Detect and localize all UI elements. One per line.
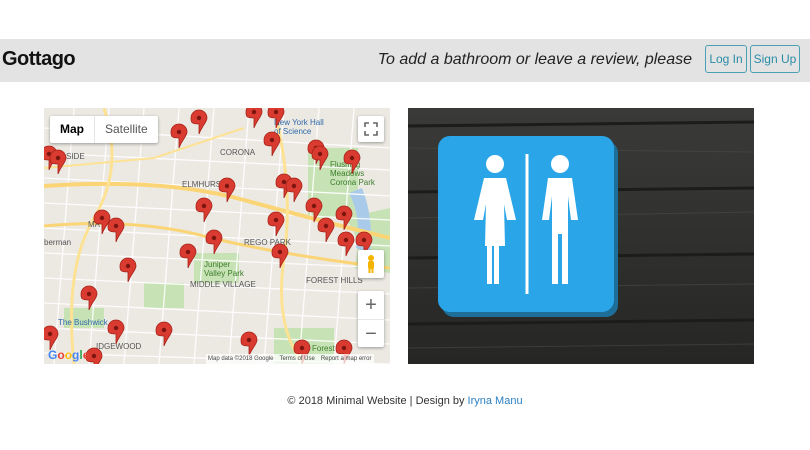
login-button[interactable]: Log In [705,45,747,73]
google-logo-letter: G [48,348,58,362]
map-pin-icon[interactable] [119,257,137,283]
map-type-control[interactable]: Map Satellite [50,116,158,143]
map-pin-icon[interactable] [271,243,289,269]
google-logo: Google [48,348,89,362]
author-link[interactable]: Iryna Manu [468,395,523,407]
fullscreen-icon[interactable] [358,116,384,142]
map-pin-icon[interactable] [305,197,323,223]
map-pin-icon[interactable] [93,209,111,235]
map-pin-icon[interactable] [155,321,173,347]
navbar: Gottago To add a bathroom or leave a rev… [0,39,810,82]
zoom-in-button[interactable]: + [358,291,384,319]
map-pin-icon[interactable] [195,197,213,223]
bathroom-map[interactable]: CORONA ELMHURST REGO PARK Juniper Valley… [44,108,390,364]
map-type-map[interactable]: Map [50,116,94,143]
map-attribution: Map data ©2018 Google Terms of Use Repor… [206,354,374,364]
zoom-control[interactable]: + − [358,291,384,347]
map-pin-icon[interactable] [80,285,98,311]
restroom-sign-image [408,108,754,364]
map-pin-icon[interactable] [179,243,197,269]
signup-button[interactable]: Sign Up [750,45,800,73]
map-pin-icon[interactable] [107,319,125,345]
map-pin-icon[interactable] [205,229,223,255]
map-pin-icon[interactable] [335,205,353,231]
map-pin-icon[interactable] [337,231,355,257]
google-logo-letter: o [64,348,73,362]
brand-logo[interactable]: Gottago [2,48,76,71]
map-pin-icon[interactable] [285,177,303,203]
terms-link[interactable]: Terms of Use [279,354,314,364]
map-pin-icon[interactable] [267,108,285,129]
bathroom-pins[interactable] [44,108,390,364]
map-pin-icon[interactable] [267,211,285,237]
map-pin-icon[interactable] [44,325,59,351]
map-pin-icon[interactable] [190,109,208,135]
report-error-link[interactable]: Report a map error [321,354,372,364]
login-prompt: To add a bathroom or leave a review, ple… [377,51,692,68]
map-pin-icon[interactable] [170,123,188,149]
pegman-icon[interactable] [358,250,384,278]
map-pin-icon[interactable] [263,131,281,157]
footer-text: © 2018 Minimal Website | Design by [287,395,465,407]
map-data-text: Map data ©2018 Google [208,356,274,362]
google-logo-letter: e [82,348,90,362]
zoom-out-button[interactable]: − [358,319,384,348]
map-pin-icon[interactable] [49,149,67,175]
google-logo-letter: o [57,348,65,362]
map-pin-icon[interactable] [245,108,263,129]
map-pin-icon[interactable] [317,217,335,243]
map-type-satellite[interactable]: Satellite [94,116,158,143]
map-pin-icon[interactable] [240,331,258,357]
map-pin-icon[interactable] [107,217,125,243]
footer: © 2018 Minimal Website | Design by Iryna… [0,395,810,407]
map-pin-icon[interactable] [343,149,361,175]
map-pin-icon[interactable] [218,177,236,203]
restroom-sign-photo [408,108,754,364]
map-pin-icon[interactable] [311,145,329,171]
